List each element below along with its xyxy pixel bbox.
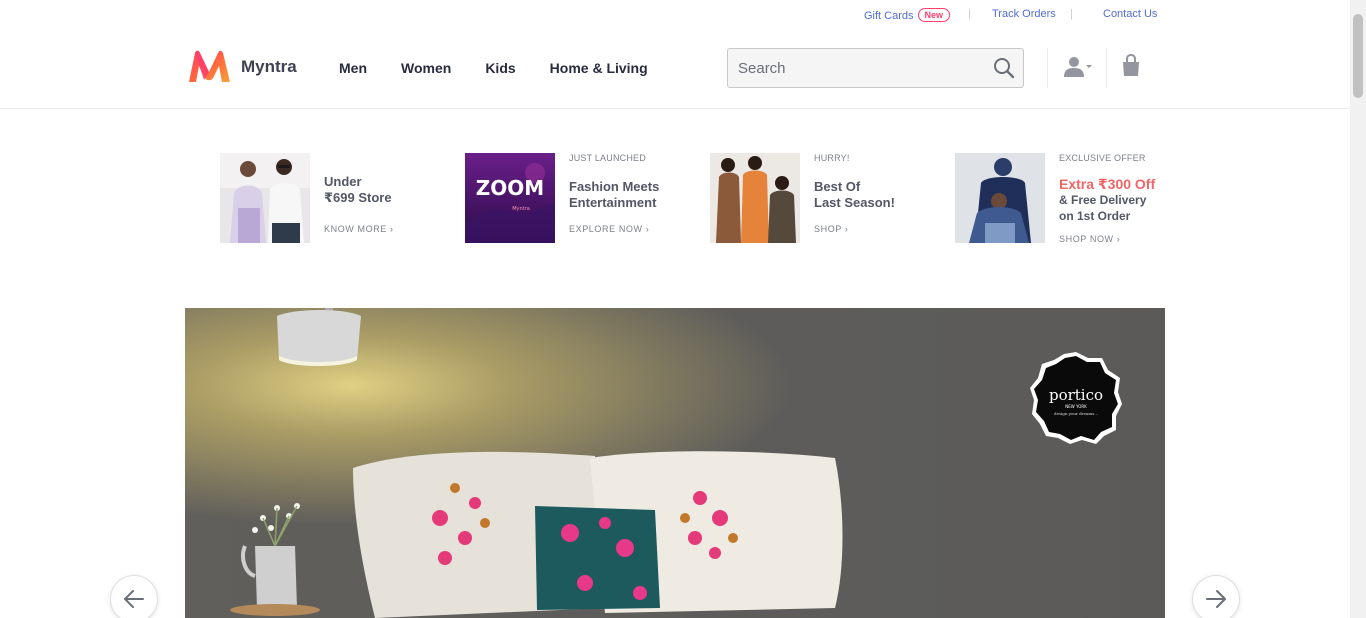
gift-cards-link[interactable]: Gift Cards New [864,8,951,22]
promo-cta[interactable]: KNOW MORE › [324,224,434,234]
nav-women[interactable]: Women [401,60,451,76]
new-badge: New [917,8,951,22]
promo-cta[interactable]: SHOP NOW › [1059,234,1171,244]
myntra-logo[interactable]: Myntra [186,50,297,84]
logo-text: Myntra [241,57,297,76]
promo-title: Last Season! [814,195,895,210]
zoom-logo-text: ZOOM [476,176,544,200]
carousel-prev-button[interactable] [110,575,158,618]
promo-offer-title: Extra ₹300 Off [1059,176,1156,192]
header-divider [1047,48,1048,88]
search-box [727,48,1024,88]
hero-banner-image: portico NEW YORK design your dreams... [185,308,1165,618]
promo-kicker: EXCLUSIVE OFFER [1059,153,1146,163]
bag-icon[interactable] [1121,53,1141,83]
promo-kicker: JUST LAUNCHED [569,153,646,163]
promo-image-zoom: ZOOM Myntra [465,153,555,243]
promo-image-models [710,153,800,243]
utility-bar: Gift Cards New | Track Orders | Contact U… [0,0,1350,30]
search-input[interactable] [728,49,983,87]
profile-icon[interactable] [1064,56,1092,83]
promo-exclusive-offer[interactable]: EXCLUSIVE OFFER Extra ₹300 Off & Free De… [955,153,1175,244]
portico-logo-tag: design your dreams... [1054,411,1098,416]
promo-last-season[interactable]: HURRY! Best Of Last Season! SHOP › [710,153,925,243]
arrow-right-icon [1206,590,1226,608]
portico-logo-text: portico [1049,386,1103,404]
portico-logo-sub: NEW YORK [1065,404,1087,409]
promo-cta[interactable]: EXPLORE NOW › [569,224,679,234]
promo-under-699[interactable]: Under ₹699 Store KNOW MORE › [220,153,435,243]
scrollbar-thumb[interactable] [1353,14,1363,98]
promo-zoom[interactable]: ZOOM Myntra JUST LAUNCHED Fashion Meets … [465,153,680,243]
page-scrollbar[interactable] [1350,0,1366,618]
header-divider [1106,48,1107,88]
promo-title: Under [324,174,362,189]
arrow-left-icon [124,590,144,608]
promo-text: HURRY! Best Of Last Season! SHOP › [814,153,924,234]
promo-image-couple [220,153,310,243]
promo-title: on 1st Order [1059,209,1131,223]
promo-image-denim [955,153,1045,243]
promo-kicker: HURRY! [814,153,850,163]
nav-men[interactable]: Men [339,60,367,76]
promo-title: & Free Delivery [1059,193,1147,207]
main-nav: Men Women Kids Home & Living [339,60,682,76]
promo-text: EXCLUSIVE OFFER Extra ₹300 Off & Free De… [1059,153,1171,244]
promo-text: Under ₹699 Store KNOW MORE › [324,174,434,234]
promo-title: Best Of [814,179,861,194]
promo-text: JUST LAUNCHED Fashion Meets Entertainmen… [569,153,679,234]
gift-cards-label: Gift Cards [864,10,914,22]
zoom-logo-subtext: Myntra [512,206,530,212]
promo-cta[interactable]: SHOP › [814,224,924,234]
promo-title: Fashion Meets [569,179,660,194]
search-icon[interactable] [993,57,1015,84]
nav-kids[interactable]: Kids [485,60,515,76]
contact-us-link[interactable]: Contact Us [1103,8,1157,20]
promo-title: ₹699 Store [324,190,392,205]
hero-banner[interactable]: portico NEW YORK design your dreams... [185,308,1165,618]
nav-home-living[interactable]: Home & Living [550,60,648,76]
myntra-m-icon [189,50,230,82]
track-orders-link[interactable]: Track Orders [992,8,1056,20]
header: Myntra Men Women Kids Home & Living [0,30,1350,109]
utility-separator: | [968,8,971,20]
promo-title: Entertainment [569,195,657,210]
utility-separator: | [1070,8,1073,20]
carousel-next-button[interactable] [1192,575,1240,618]
